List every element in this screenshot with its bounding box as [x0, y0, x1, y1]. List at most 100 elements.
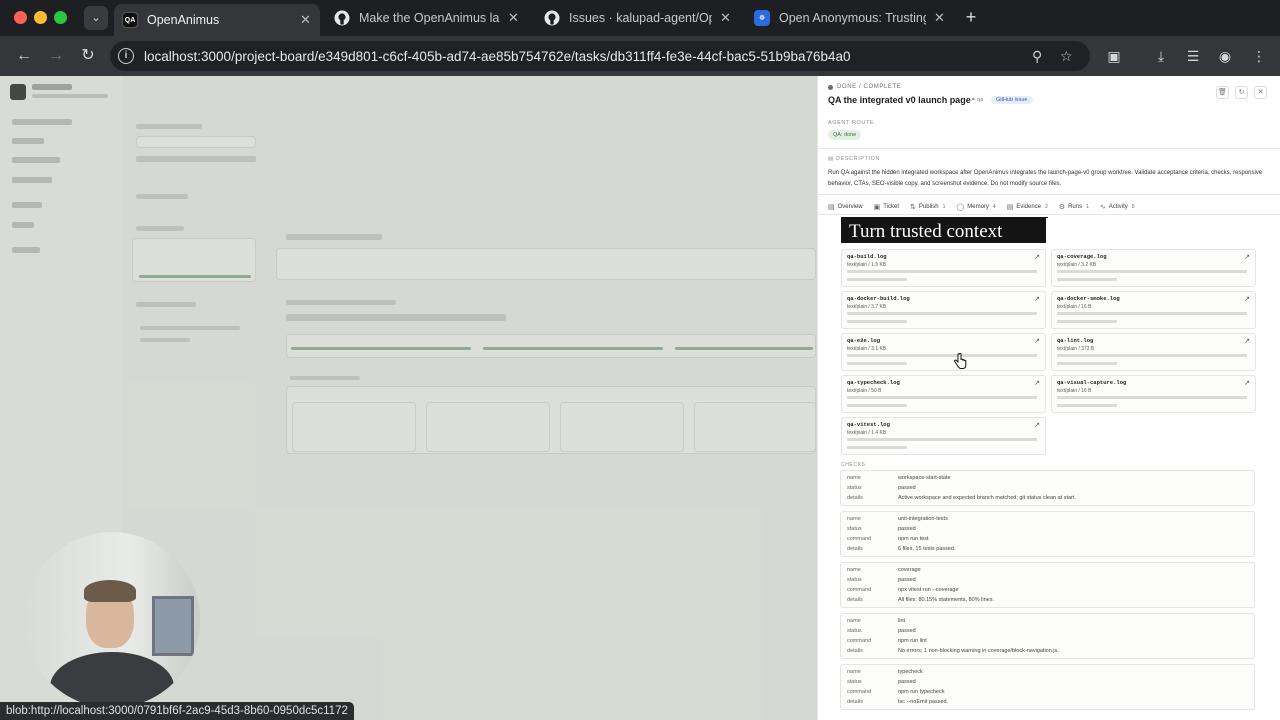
github-icon	[544, 10, 560, 26]
tab-label: Activity	[1108, 204, 1128, 210]
close-tab-icon[interactable]: ✕	[934, 10, 946, 26]
artifact-card[interactable]: qa-docker-build.log text/plain / 3.7 KB …	[841, 291, 1046, 329]
github-issue-badge[interactable]: GitHub issue	[991, 96, 1033, 104]
kubernetes-icon: ☸	[754, 10, 770, 26]
github-icon	[334, 10, 350, 26]
artifact-name: qa-visual-capture.log	[1057, 379, 1127, 386]
tab-memory[interactable]: ◯ Memory 4	[956, 200, 995, 214]
tab-publish[interactable]: ⇅ Publish 1	[910, 200, 945, 214]
task-title: QA the integrated v0 launch page	[828, 95, 971, 105]
tab-runs[interactable]: ⚙ Runs 1	[1059, 200, 1089, 214]
download-icon[interactable]: ⤓	[1150, 45, 1172, 67]
check-value: passed	[898, 577, 916, 583]
check-value: passed	[898, 679, 916, 685]
close-window-button[interactable]	[14, 11, 27, 24]
browser-tab-open-anonymous[interactable]: ☸ Open Anonymous: Trusting A ✕	[746, 4, 954, 32]
webcam-overlay	[24, 532, 200, 708]
status-dot-icon	[828, 84, 833, 90]
new-tab-plus-icon[interactable]: +	[960, 6, 982, 28]
open-external-icon[interactable]: ↗	[1034, 421, 1040, 429]
artifact-meta: text/plain / 50 B	[847, 388, 882, 394]
check-key: details	[847, 648, 863, 654]
tab-count: 1	[942, 204, 946, 210]
tab-label: Evidence	[1016, 204, 1041, 210]
tab-label: Overview	[837, 204, 863, 210]
artifact-meta: text/plain / 1.5 KB	[847, 262, 887, 268]
check-value: unit-integration-tests	[898, 516, 948, 522]
back-arrow-icon[interactable]: ←	[12, 44, 36, 68]
media-controls-icon[interactable]: ☰	[1182, 45, 1204, 67]
artifact-card[interactable]: qa-vitest.log text/plain / 1.4 KB ↗	[841, 417, 1046, 455]
close-tab-icon[interactable]: ✕	[720, 10, 732, 26]
artifact-name: qa-lint.log	[1057, 337, 1094, 344]
open-external-icon[interactable]: ↗	[1034, 253, 1040, 261]
browser-tab-github-pr[interactable]: Make the OpenAnimus launch ✕	[326, 4, 528, 32]
delete-trash-icon[interactable]: 🗑	[1216, 86, 1229, 99]
extensions-puzzle-icon[interactable]: ▣	[1103, 45, 1125, 67]
tab-label: Publish	[918, 204, 939, 210]
browser-tab-github-issues[interactable]: Issues · kalupad-agent/Open ✕	[536, 4, 740, 32]
open-external-icon[interactable]: ↗	[1034, 337, 1040, 345]
check-value: npm run test	[898, 536, 929, 542]
artifact-hash-line	[847, 312, 1037, 315]
artifact-name: qa-docker-smoke.log	[1057, 295, 1120, 302]
site-info-icon[interactable]: i	[118, 48, 134, 64]
artifact-card[interactable]: qa-e2e.log text/plain / 3.1 KB ↗	[841, 333, 1046, 371]
evidence-icon: ▤	[1006, 204, 1014, 211]
open-external-icon[interactable]: ↗	[1244, 337, 1250, 345]
close-drawer-icon[interactable]: ✕	[1254, 86, 1267, 99]
close-tab-icon[interactable]: ✕	[508, 10, 520, 26]
artifact-card[interactable]: qa-docker-smoke.log text/plain / 16 B ↗	[1051, 291, 1256, 329]
artifact-card[interactable]: qa-visual-capture.log text/plain / 16 B …	[1051, 375, 1256, 413]
artifact-path-line	[1057, 404, 1117, 407]
minimize-window-button[interactable]	[34, 11, 47, 24]
open-external-icon[interactable]: ↗	[1034, 295, 1040, 303]
artifact-card[interactable]: qa-coverage.log text/plain / 3.2 KB ↗	[1051, 249, 1256, 287]
artifact-card[interactable]: qa-typecheck.log text/plain / 50 B ↗	[841, 375, 1046, 413]
tab-activity[interactable]: ∿ Activity 5	[1100, 200, 1135, 214]
check-value: Active workspace and expected branch mat…	[898, 495, 1076, 501]
reload-icon[interactable]: ↻	[76, 44, 100, 68]
address-bar[interactable]: i localhost:3000/project-board/e349d801-…	[110, 41, 1090, 71]
refresh-icon[interactable]: ↻	[1235, 86, 1248, 99]
artifact-meta: text/plain / 3.2 KB	[1057, 262, 1097, 268]
tab-evidence[interactable]: ▤ Evidence 2	[1006, 200, 1048, 218]
open-external-icon[interactable]: ↗	[1034, 379, 1040, 387]
check-value: passed	[898, 628, 916, 634]
tab-ticket[interactable]: ▣ Ticket	[874, 200, 899, 214]
check-value: All files: 80.15% statements, 80% lines.	[898, 597, 994, 603]
url-text: localhost:3000/project-board/e349d801-c6…	[144, 48, 851, 64]
check-value: No errors; 1 non-blocking warning in cov…	[898, 648, 1059, 654]
check-card: name workspace-start-state status passed d…	[840, 470, 1255, 506]
open-external-icon[interactable]: ↗	[1244, 253, 1250, 261]
browser-tab-openanimus[interactable]: QA OpenAnimus ✕	[114, 4, 320, 36]
more-menu-icon[interactable]: ⋮	[1248, 45, 1270, 67]
drawer-tabs: ▤ Overview ▣ Ticket ⇅ Publish 1 ◯ Memory 4 ▤ Ev…	[828, 200, 1146, 218]
artifact-card[interactable]: qa-build.log text/plain / 1.5 KB ↗	[841, 249, 1046, 287]
artifact-card[interactable]: qa-lint.log text/plain / 372 B ↗	[1051, 333, 1256, 371]
open-external-icon[interactable]: ↗	[1244, 295, 1250, 303]
bookmark-star-icon[interactable]: ☆	[1060, 48, 1073, 65]
artifact-name: qa-vitest.log	[847, 421, 890, 428]
artifact-name: qa-typecheck.log	[847, 379, 900, 386]
maximize-window-button[interactable]	[54, 11, 67, 24]
tab-search-chevron-icon[interactable]: ⌄	[84, 6, 108, 30]
check-key: status	[847, 628, 862, 634]
close-tab-icon[interactable]: ✕	[300, 12, 312, 28]
open-external-icon[interactable]: ↗	[1244, 379, 1250, 387]
check-value: coverage	[898, 567, 921, 573]
artifact-name: qa-coverage.log	[1057, 253, 1107, 260]
forward-arrow-icon[interactable]: →	[44, 44, 68, 68]
check-key: name	[847, 475, 861, 481]
tab-label: Runs	[1068, 204, 1083, 210]
status-text: DONE / COMPLETE	[837, 84, 902, 90]
zoom-magnifier-icon[interactable]: ⚲	[1032, 48, 1042, 65]
check-value: passed	[898, 526, 916, 532]
artifact-name: qa-e2e.log	[847, 337, 881, 344]
profile-icon[interactable]: ◉	[1214, 45, 1236, 67]
divider	[818, 194, 1280, 195]
check-value: workspace-start-state	[898, 475, 951, 481]
tab-title: Open Anonymous: Trusting A	[779, 11, 926, 25]
tab-count: 2	[1045, 204, 1048, 210]
tab-overview[interactable]: ▤ Overview	[828, 200, 863, 214]
